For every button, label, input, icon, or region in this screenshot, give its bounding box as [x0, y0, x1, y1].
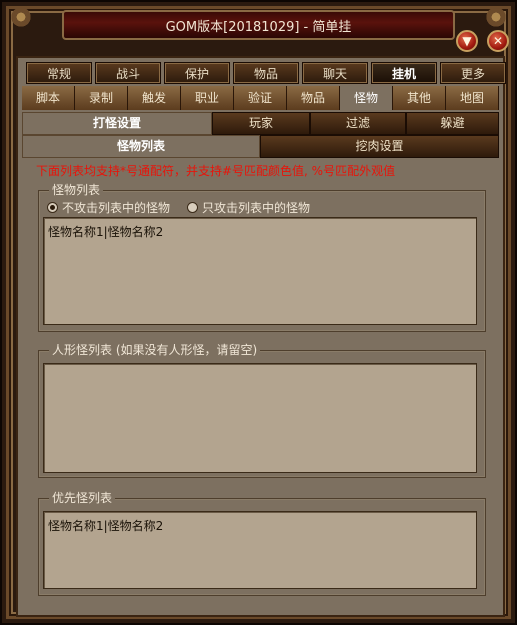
subtab-monster[interactable]: 怪物: [340, 86, 393, 110]
tab-protect[interactable]: 保护: [164, 62, 230, 84]
tab-players[interactable]: 玩家: [212, 112, 310, 135]
tab-items[interactable]: 物品: [233, 62, 299, 84]
subtab-class[interactable]: 职业: [181, 86, 234, 110]
tab-autoplay[interactable]: 挂机: [371, 62, 437, 84]
tab-combat[interactable]: 战斗: [95, 62, 161, 84]
tab-more[interactable]: 更多: [440, 62, 506, 84]
tab-general[interactable]: 常规: [26, 62, 92, 84]
priority-list-textarea[interactable]: 怪物名称1|怪物名称2: [43, 511, 477, 589]
monster-list-legend: 怪物列表: [49, 183, 104, 197]
tab-chat[interactable]: 聊天: [302, 62, 368, 84]
radio-unselected-icon: [187, 202, 198, 213]
app-window: GOM版本[20181029] - 简单挂 ▼ ✕ 常规 战斗 保护 物品 聊天…: [0, 0, 517, 625]
radio-only-listed[interactable]: 只攻击列表中的怪物: [187, 199, 310, 216]
third-tab-bar: 打怪设置 玩家 过滤 躲避 怪物列表 挖肉设置: [22, 110, 499, 158]
monster-list-textarea[interactable]: 怪物名称1|怪物名称2: [43, 217, 477, 325]
radio-only-label: 只攻击列表中的怪物: [202, 201, 311, 215]
radio-selected-icon: [47, 202, 58, 213]
subtab-trigger[interactable]: 触发: [128, 86, 181, 110]
close-button[interactable]: ✕: [487, 30, 509, 52]
tab-avoid[interactable]: 躲避: [406, 112, 499, 135]
monster-list-group: 怪物列表 不攻击列表中的怪物 只攻击列表中的怪物 怪物名称1|怪物名称2: [38, 183, 486, 332]
tab-dig-settings[interactable]: 挖肉设置: [260, 135, 499, 158]
priority-list-group: 优先怪列表 怪物名称1|怪物名称2: [38, 491, 486, 596]
subtab-verify[interactable]: 验证: [234, 86, 287, 110]
radio-exclude-label: 不攻击列表中的怪物: [62, 201, 171, 215]
minimize-button[interactable]: ▼: [456, 30, 478, 52]
sub-tab-bar: 脚本 录制 触发 职业 验证 物品 怪物 其他 地图: [22, 86, 499, 110]
notice-text: 下面列表均支持*号通配符，并支持#号匹配颜色值, %号匹配外观值: [36, 164, 396, 178]
subtab-items[interactable]: 物品: [287, 86, 340, 110]
subtab-script[interactable]: 脚本: [22, 86, 75, 110]
tab-filter[interactable]: 过滤: [310, 112, 406, 135]
content-panel: 常规 战斗 保护 物品 聊天 挂机 更多 脚本 录制 触发 职业 验证 物品 怪…: [16, 56, 506, 617]
radio-exclude-listed[interactable]: 不攻击列表中的怪物: [47, 199, 170, 216]
humanoid-list-legend: 人形怪列表 (如果没有人形怪，请留空): [49, 343, 261, 357]
subtab-record[interactable]: 录制: [75, 86, 128, 110]
humanoid-list-group: 人形怪列表 (如果没有人形怪，请留空): [38, 343, 486, 478]
humanoid-list-textarea[interactable]: [43, 363, 477, 473]
priority-list-legend: 优先怪列表: [49, 491, 116, 505]
tab-monster-list[interactable]: 怪物列表: [22, 135, 260, 158]
close-icon: ✕: [492, 34, 504, 48]
subtab-map[interactable]: 地图: [446, 86, 499, 110]
subtab-other[interactable]: 其他: [393, 86, 446, 110]
chevron-down-icon: ▼: [462, 34, 472, 48]
window-title: GOM版本[20181029] - 简单挂: [165, 20, 352, 35]
tab-fight-settings[interactable]: 打怪设置: [22, 112, 212, 135]
